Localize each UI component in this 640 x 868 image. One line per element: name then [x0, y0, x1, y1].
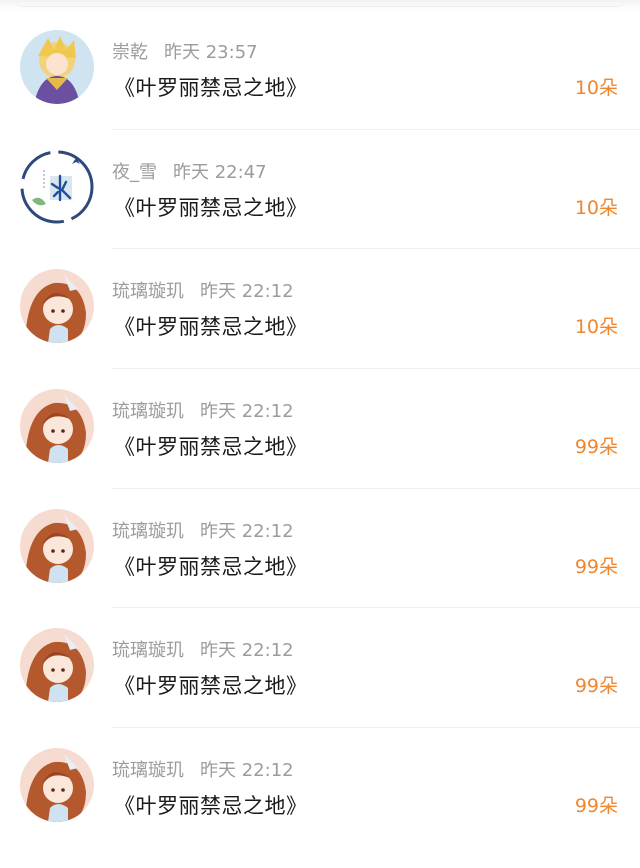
record-meta: 崇乾 昨天 23:57	[112, 38, 258, 63]
timestamp: 昨天 22:12	[200, 640, 294, 662]
user-name[interactable]: 夜_雪	[112, 162, 157, 183]
avatar[interactable]	[20, 748, 94, 823]
timestamp: 昨天 23:57	[164, 42, 258, 63]
list-item[interactable]: 琉璃璇玑 昨天 22:12 《叶罗丽禁忌之地》 99朵	[0, 728, 640, 848]
record-meta: 琉璃璇玑 昨天 22:12	[112, 397, 294, 423]
user-name[interactable]: 琉璃璇玑	[112, 281, 184, 302]
record-meta: 琉璃璇玑 昨天 22:12	[112, 756, 294, 782]
gift-count: 10朵	[574, 77, 618, 99]
timestamp: 昨天 22:12	[200, 520, 294, 542]
record-meta: 琉璃璇玑 昨天 22:12	[112, 277, 294, 303]
gift-count: 99朵	[574, 436, 618, 459]
gift-count: 99朵	[574, 675, 618, 698]
gift-count: 10朵	[574, 196, 618, 219]
user-name[interactable]: 琉璃璇玑	[112, 521, 184, 542]
avatar[interactable]	[20, 628, 94, 703]
avatar[interactable]	[20, 269, 94, 344]
list-item[interactable]: 崇乾 昨天 23:57 《叶罗丽禁忌之地》 10朵	[0, 10, 640, 130]
book-title[interactable]: 《叶罗丽禁忌之地》	[114, 790, 308, 820]
list-item[interactable]: 琉璃璇玑 昨天 22:12 《叶罗丽禁忌之地》 99朵	[0, 369, 640, 489]
user-name[interactable]: 琉璃璇玑	[112, 640, 184, 661]
book-title[interactable]: 《叶罗丽禁忌之地》	[114, 192, 308, 222]
avatar[interactable]	[20, 149, 94, 224]
book-title[interactable]: 《叶罗丽禁忌之地》	[114, 670, 308, 700]
timestamp: 昨天 22:47	[173, 161, 267, 183]
user-name[interactable]: 琉璃璇玑	[112, 401, 184, 422]
avatar[interactable]	[20, 508, 94, 583]
timestamp: 昨天 22:12	[200, 281, 294, 303]
user-name[interactable]: 琉璃璇玑	[112, 760, 184, 781]
record-meta: 夜_雪 昨天 22:47	[112, 158, 267, 183]
gift-count: 10朵	[574, 316, 618, 339]
record-meta: 琉璃璇玑 昨天 22:12	[112, 517, 294, 542]
book-title[interactable]: 《叶罗丽禁忌之地》	[114, 72, 308, 102]
record-meta: 琉璃璇玑 昨天 22:12	[112, 636, 294, 662]
gift-count: 99朵	[574, 795, 618, 818]
user-name[interactable]: 崇乾	[112, 42, 148, 63]
book-title[interactable]: 《叶罗丽禁忌之地》	[114, 431, 308, 461]
timestamp: 昨天 22:12	[200, 760, 294, 782]
avatar[interactable]	[20, 30, 94, 104]
book-title[interactable]: 《叶罗丽禁忌之地》	[114, 311, 308, 341]
list-item[interactable]: 夜_雪 昨天 22:47 《叶罗丽禁忌之地》 10朵	[0, 130, 640, 250]
gift-record-list: 崇乾 昨天 23:57 《叶罗丽禁忌之地》 10朵 夜_雪 昨天 22:47 《叶罗…	[0, 10, 640, 848]
gift-count: 99朵	[574, 555, 618, 578]
top-card-edge	[0, 0, 640, 10]
list-item[interactable]: 琉璃璇玑 昨天 22:12 《叶罗丽禁忌之地》 99朵	[0, 608, 640, 729]
list-item[interactable]: 琉璃璇玑 昨天 22:12 《叶罗丽禁忌之地》 99朵	[0, 489, 640, 609]
avatar[interactable]	[20, 389, 94, 464]
list-item[interactable]: 琉璃璇玑 昨天 22:12 《叶罗丽禁忌之地》 10朵	[0, 249, 640, 370]
timestamp: 昨天 22:12	[200, 401, 294, 423]
book-title[interactable]: 《叶罗丽禁忌之地》	[114, 551, 308, 581]
